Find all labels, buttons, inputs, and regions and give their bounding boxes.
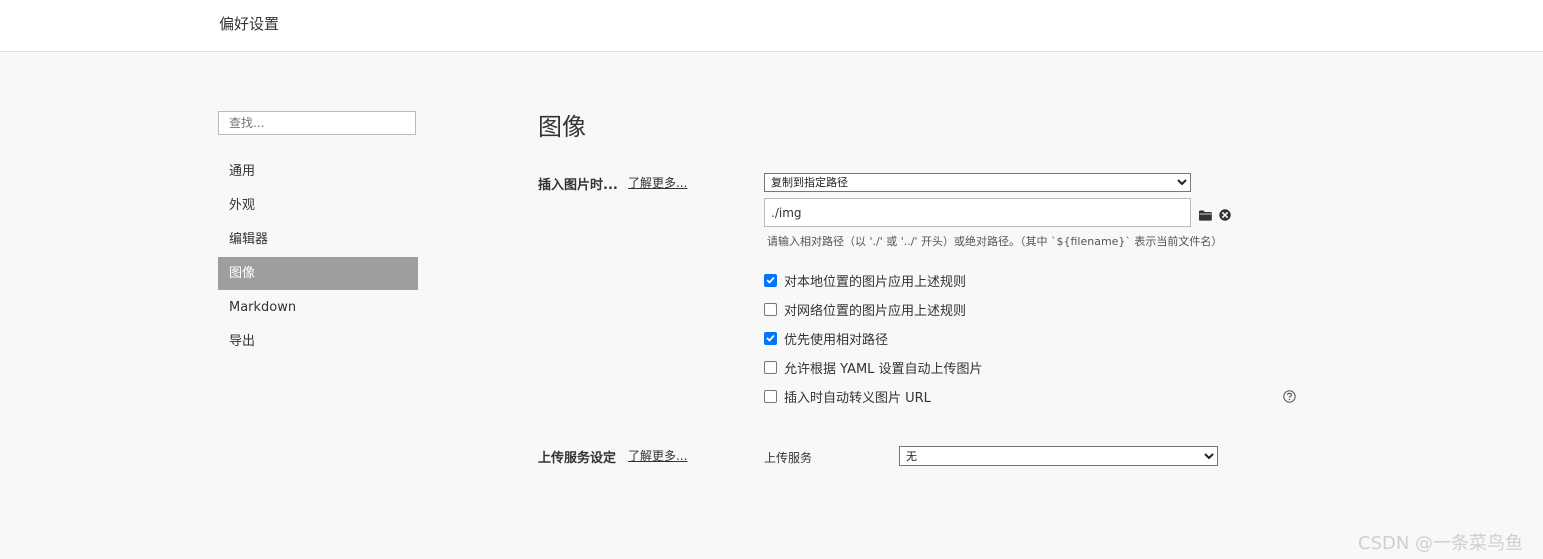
- sidebar-item-editor[interactable]: 编辑器: [218, 223, 418, 256]
- checkbox[interactable]: [764, 389, 777, 403]
- option-network-images[interactable]: 对网络位置的图片应用上述规则: [764, 300, 967, 319]
- insert-image-action-select[interactable]: 复制到指定路径: [764, 173, 1191, 192]
- upload-settings-label: 上传服务设定: [538, 451, 617, 466]
- insert-image-learn-more-link[interactable]: 了解更多...: [628, 174, 687, 191]
- option-escape-image-url[interactable]: 插入时自动转义图片 URL: [764, 387, 931, 406]
- option-yaml-auto-upload[interactable]: 允许根据 YAML 设置自动上传图片: [764, 358, 983, 377]
- clear-icon[interactable]: [1219, 206, 1231, 225]
- sidebar-item-markdown[interactable]: Markdown: [218, 291, 418, 324]
- upload-service-select[interactable]: 无: [899, 446, 1218, 466]
- checkbox[interactable]: [764, 273, 777, 287]
- sidebar-item-export[interactable]: 导出: [218, 325, 418, 358]
- sidebar-nav: 通用 外观 编辑器 图像 Markdown 导出: [218, 155, 418, 359]
- option-label: 对本地位置的图片应用上述规则: [784, 274, 967, 290]
- option-label: 对网络位置的图片应用上述规则: [784, 303, 967, 319]
- search-input[interactable]: [218, 111, 416, 135]
- checkbox[interactable]: [764, 360, 777, 374]
- insert-image-label: 插入图片时...: [538, 178, 618, 193]
- window-title: 偏好设置: [219, 15, 280, 33]
- option-local-images[interactable]: 对本地位置的图片应用上述规则: [764, 271, 967, 290]
- upload-learn-more-link[interactable]: 了解更多...: [628, 447, 687, 464]
- upload-service-label: 上传服务: [764, 451, 813, 465]
- checkbox[interactable]: [764, 302, 777, 316]
- option-label: 插入时自动转义图片 URL: [784, 390, 931, 406]
- path-hint: 请输入相对路径（以 './' 或 '../' 开头）或绝对路径。（其中 `${f…: [767, 235, 1223, 248]
- option-label: 优先使用相对路径: [784, 332, 889, 348]
- sidebar-item-image[interactable]: 图像: [218, 257, 418, 290]
- image-path-input[interactable]: [764, 198, 1191, 227]
- watermark: CSDN @一条菜鸟鱼: [1358, 533, 1524, 554]
- option-prefer-relative-path[interactable]: 优先使用相对路径: [764, 329, 889, 348]
- option-label: 允许根据 YAML 设置自动上传图片: [784, 361, 983, 377]
- page-title: 图像: [538, 113, 586, 141]
- folder-icon[interactable]: [1199, 206, 1212, 225]
- help-icon[interactable]: [1283, 388, 1296, 407]
- sidebar-item-general[interactable]: 通用: [218, 155, 418, 188]
- title-bar: 偏好设置: [0, 0, 1543, 52]
- sidebar-item-appearance[interactable]: 外观: [218, 189, 418, 222]
- checkbox[interactable]: [764, 331, 777, 345]
